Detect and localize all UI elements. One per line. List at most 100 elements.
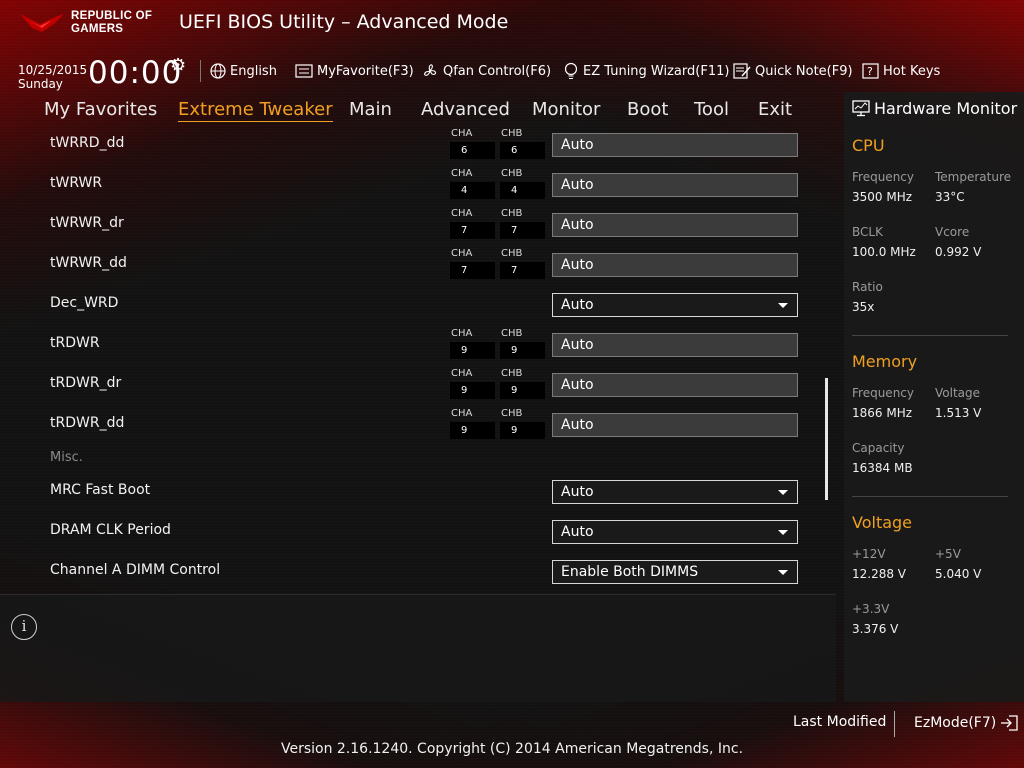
cha-indicator: CHA 7 [450, 248, 495, 280]
setting-label: tWRWR_dr [50, 215, 124, 231]
chevron-down-icon [778, 570, 788, 575]
cha-indicator: CHA 6 [450, 128, 495, 160]
memory-heading: Memory [852, 352, 918, 371]
lightbulb-icon [564, 62, 578, 79]
svg-text:?: ? [867, 65, 873, 78]
tab-main[interactable]: Main [349, 99, 392, 120]
chb-value: 6 [500, 142, 545, 159]
tab-exit[interactable]: Exit [758, 99, 792, 120]
cha-label: CHA [451, 208, 473, 219]
chb-indicator: CHB 9 [500, 368, 545, 400]
tab-advanced[interactable]: Advanced [421, 99, 510, 120]
hot-keys-label: Hot Keys [883, 63, 941, 79]
setting-input[interactable]: Auto [552, 173, 798, 197]
setting-label: tRDWR_dd [50, 415, 125, 431]
cha-value: 4 [450, 182, 495, 199]
setting-label: tWRWR [50, 175, 103, 191]
chb-label: CHB [501, 408, 523, 419]
chb-indicator: CHB 7 [500, 248, 545, 280]
last-modified-button[interactable]: Last Modified [793, 714, 886, 730]
quick-note-label: Quick Note(F9) [755, 63, 853, 79]
myfavorite-label: MyFavorite(F3) [317, 63, 414, 79]
cha-value: 9 [450, 382, 495, 399]
cha-value: 7 [450, 262, 495, 279]
tab-my-favorites[interactable]: My Favorites [44, 99, 157, 120]
chb-indicator: CHB 9 [500, 408, 545, 440]
memory-voltage-value: 1.513 V [935, 406, 982, 420]
divider [852, 496, 1008, 497]
ez-tuning-button[interactable]: EZ Tuning Wizard(F11) [563, 61, 729, 81]
setting-input[interactable]: Auto [552, 133, 798, 157]
setting-label: tWRRD_dd [50, 135, 125, 151]
cpu-temperature-label: Temperature [935, 170, 1012, 184]
setting-dropdown[interactable]: Auto [552, 293, 798, 317]
setting-label: DRAM CLK Period [50, 522, 171, 538]
cha-value: 7 [450, 222, 495, 239]
ez-tuning-label: EZ Tuning Wizard(F11) [583, 63, 730, 79]
v5-label: +5V [935, 547, 961, 561]
setting-input[interactable]: Auto [552, 413, 798, 437]
rog-logo: REPUBLIC OF GAMERS [18, 8, 163, 38]
language-button[interactable]: English [210, 61, 277, 81]
v12-label: +12V [852, 547, 886, 561]
ratio-label: Ratio [852, 280, 883, 294]
divider [200, 60, 201, 82]
date-display[interactable]: 10/25/2015 Sunday [18, 63, 87, 91]
myfavorite-button[interactable]: MyFavorite(F3) [295, 61, 414, 81]
hardware-monitor-title: Hardware Monitor [852, 99, 1017, 118]
cha-indicator: CHA 9 [450, 328, 495, 360]
setting-label: tRDWR_dr [50, 375, 122, 391]
setting-input[interactable]: Auto [552, 333, 798, 357]
cpu-frequency-label: Frequency [852, 170, 914, 184]
setting-input[interactable]: Auto [552, 373, 798, 397]
ezmode-button[interactable]: EzMode(F7) [914, 714, 1019, 732]
rog-eye-icon [20, 14, 64, 32]
globe-icon [210, 63, 226, 79]
vcore-value: 0.992 V [935, 245, 982, 259]
gear-icon[interactable]: ⚙ [170, 55, 186, 76]
chb-label: CHB [501, 328, 523, 339]
mrc-fast-boot-dropdown[interactable]: Auto [552, 480, 798, 504]
chb-value: 9 [500, 422, 545, 439]
setting-input[interactable]: Auto [552, 213, 798, 237]
chb-indicator: CHB 6 [500, 128, 545, 160]
ezmode-label: EzMode(F7) [914, 715, 997, 731]
ratio-value: 35x [852, 300, 875, 314]
channel-a-dimm-dropdown[interactable]: Enable Both DIMMS [552, 560, 798, 584]
favorites-icon [295, 64, 313, 78]
memory-frequency-label: Frequency [852, 386, 914, 400]
v12-value: 12.288 V [852, 567, 907, 581]
capacity-label: Capacity [852, 441, 905, 455]
cha-indicator: CHA 4 [450, 168, 495, 200]
fan-icon [424, 64, 437, 76]
cha-label: CHA [451, 248, 473, 259]
cha-indicator: CHA 9 [450, 368, 495, 400]
tab-tool[interactable]: Tool [694, 99, 729, 120]
tab-extreme-tweaker[interactable]: Extreme Tweaker [178, 99, 333, 122]
setting-input[interactable]: Auto [552, 253, 798, 277]
quick-note-button[interactable]: Quick Note(F9) [733, 61, 853, 81]
tab-monitor[interactable]: Monitor [532, 99, 600, 120]
copyright-text: Version 2.16.1240. Copyright (C) 2014 Am… [280, 741, 744, 757]
brand-line1: REPUBLIC OF [71, 10, 153, 22]
cpu-heading: CPU [852, 136, 885, 155]
clock[interactable]: 00:00 [88, 55, 182, 91]
cha-label: CHA [451, 408, 473, 419]
bclk-label: BCLK [852, 225, 883, 239]
chb-indicator: CHB 7 [500, 208, 545, 240]
tab-boot[interactable]: Boot [627, 99, 668, 120]
cha-value: 9 [450, 342, 495, 359]
hot-keys-button[interactable]: ? Hot Keys [862, 61, 940, 81]
chb-label: CHB [501, 128, 523, 139]
memory-frequency-value: 1866 MHz [852, 406, 913, 420]
scrollbar[interactable] [825, 378, 828, 500]
qfan-button[interactable]: Qfan Control(F6) [421, 61, 551, 81]
memory-voltage-label: Voltage [935, 386, 981, 400]
chevron-down-icon [778, 303, 788, 308]
chb-label: CHB [501, 248, 523, 259]
chb-value: 4 [500, 182, 545, 199]
info-icon: i [11, 614, 37, 640]
section-header-misc: Misc. [50, 450, 83, 465]
dram-clk-period-dropdown[interactable]: Auto [552, 520, 798, 544]
capacity-value: 16384 MB [852, 461, 913, 475]
